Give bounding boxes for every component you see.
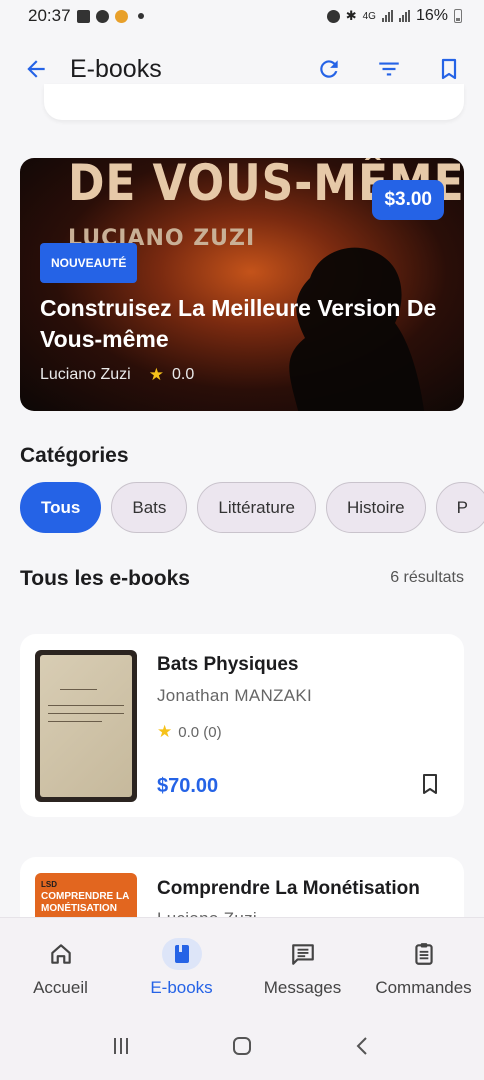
back-arrow-icon bbox=[27, 60, 45, 78]
results-count: 6 résultats bbox=[390, 569, 464, 586]
new-badge: NOUVEAUTÉ bbox=[40, 243, 138, 283]
page-title: E-books bbox=[70, 54, 162, 83]
signal-icon-2 bbox=[398, 10, 410, 22]
system-back-icon[interactable] bbox=[351, 1034, 375, 1058]
category-chips: Tous Bats Littérature Histoire P bbox=[20, 482, 484, 533]
bookmark-icon bbox=[441, 58, 457, 80]
refresh-button[interactable] bbox=[314, 54, 344, 84]
nav-messages[interactable]: Messages bbox=[248, 938, 358, 998]
signal-icon bbox=[381, 10, 393, 22]
bookmark-button[interactable] bbox=[418, 771, 444, 797]
ebook-title: Comprendre La Monétisation bbox=[157, 878, 420, 899]
featured-price-badge: $3.00 bbox=[372, 180, 444, 220]
bookmarks-button[interactable] bbox=[434, 54, 464, 84]
featured-rating: 0.0 bbox=[171, 366, 195, 383]
ebook-rating: ★ 0.0 (0) bbox=[157, 722, 222, 742]
filter-button[interactable] bbox=[374, 54, 404, 84]
nav-accueil[interactable]: Accueil bbox=[6, 938, 116, 998]
chip-litterature[interactable]: Littérature bbox=[197, 482, 316, 533]
ebook-price: $70.00 bbox=[157, 775, 219, 797]
ebook-author: Jonathan MANZAKI bbox=[157, 686, 313, 705]
cover-label: LSD bbox=[41, 880, 57, 889]
chip-histoire[interactable]: Histoire bbox=[325, 482, 426, 533]
battery-percent: 16% bbox=[415, 7, 448, 24]
featured-author: Luciano Zuzi bbox=[40, 366, 131, 383]
refresh-icon bbox=[320, 60, 338, 78]
book-icon bbox=[174, 945, 189, 963]
cover-title: COMPRENDRE LA MONÉTISATION bbox=[41, 891, 129, 914]
clipboard-icon bbox=[414, 943, 433, 965]
nav-ebooks-label: E-books bbox=[150, 978, 213, 997]
nav-messages-label: Messages bbox=[263, 978, 342, 997]
previous-card-edge bbox=[44, 84, 464, 120]
filter-icon bbox=[379, 62, 399, 76]
battery-icon bbox=[454, 9, 462, 23]
bottom-navigation: Accueil E-books Messages Commandes bbox=[0, 917, 484, 1011]
status-bar: 20:37 ✱ 4G 16% bbox=[0, 0, 484, 32]
recent-apps-icon[interactable] bbox=[109, 1034, 133, 1058]
nav-accueil-label: Accueil bbox=[33, 978, 88, 997]
featured-meta: Luciano Zuzi ★ 0.0 bbox=[40, 365, 194, 385]
alarm-icon bbox=[326, 9, 340, 23]
more-notifications-icon bbox=[137, 13, 144, 19]
bluetooth-icon: ✱ bbox=[345, 8, 357, 23]
emoji-notification-icon bbox=[114, 9, 128, 23]
star-icon: ★ bbox=[148, 365, 164, 384]
ebook-card[interactable]: Bats Physiques Jonathan MANZAKI ★ 0.0 (0… bbox=[20, 634, 464, 817]
categories-title: Catégories bbox=[20, 444, 129, 467]
chip-bats[interactable]: Bats bbox=[111, 482, 188, 533]
status-time: 20:37 bbox=[28, 6, 71, 25]
nav-commandes[interactable]: Commandes bbox=[369, 938, 479, 998]
ebook-rating-value: 0.0 (0) bbox=[178, 723, 222, 741]
home-icon bbox=[50, 944, 71, 964]
nav-commandes-label: Commandes bbox=[375, 978, 472, 997]
system-navigation-bar bbox=[0, 1011, 484, 1080]
chip-partial[interactable]: P bbox=[435, 482, 484, 533]
ebooks-list-title: Tous les e-books bbox=[20, 567, 190, 590]
alarm-notification-icon bbox=[95, 9, 109, 23]
bookmark-icon bbox=[423, 774, 437, 794]
messages-icon bbox=[291, 944, 314, 965]
ebook-title: Bats Physiques bbox=[157, 654, 299, 675]
featured-title: Construisez La Meilleure Version De Vous… bbox=[40, 295, 437, 352]
gallery-notification-icon bbox=[76, 9, 90, 23]
network-type: 4G bbox=[362, 10, 376, 22]
back-button[interactable] bbox=[20, 53, 52, 85]
chip-tous[interactable]: Tous bbox=[20, 482, 102, 533]
nav-ebooks[interactable]: E-books bbox=[127, 938, 237, 998]
home-button-icon[interactable] bbox=[230, 1034, 254, 1058]
book-cover bbox=[35, 650, 137, 802]
star-icon: ★ bbox=[157, 722, 173, 741]
featured-ebook-card[interactable]: DE VOUS-MÊME LUCIANO ZUZI $3.00 NOUVEAUT… bbox=[20, 158, 464, 411]
